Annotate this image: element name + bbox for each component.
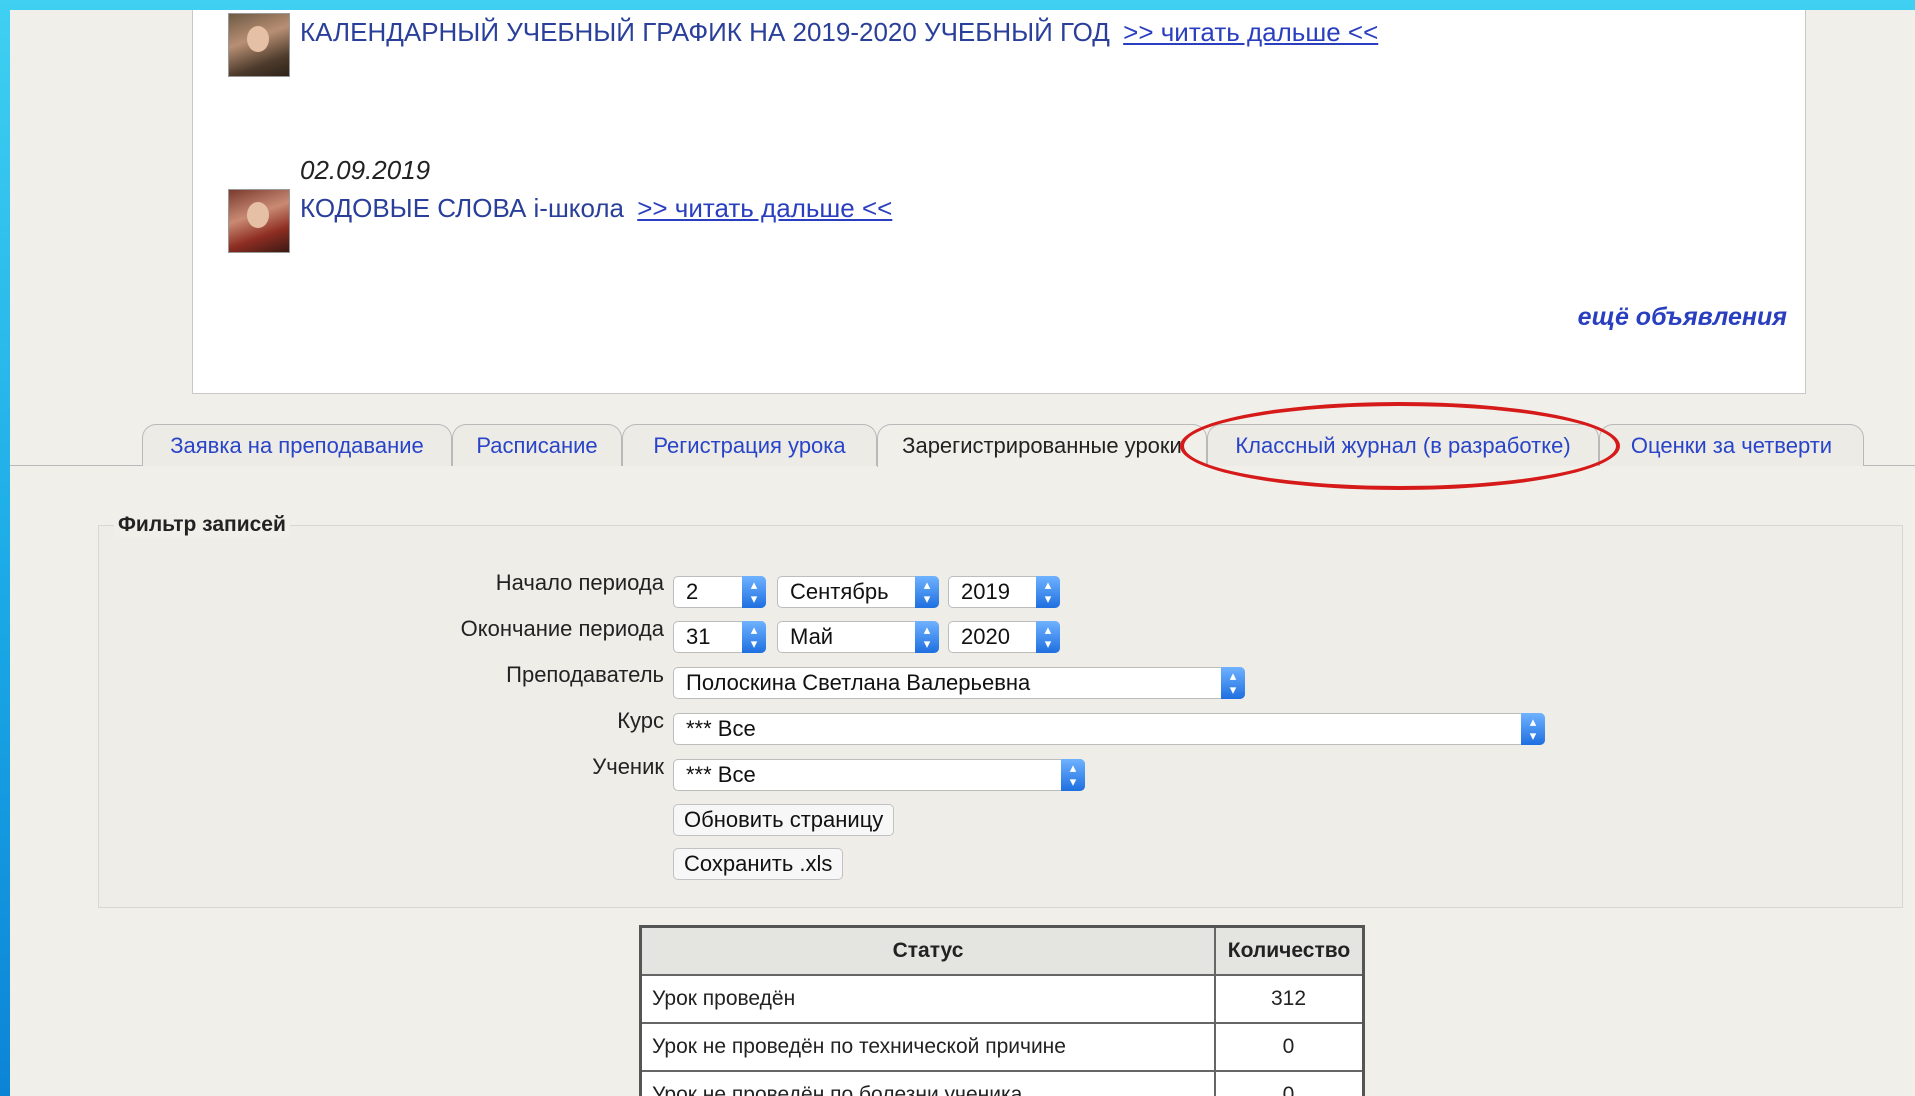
updown-icon: ▴ ▾ — [742, 621, 766, 653]
announcement-item: КАЛЕНДАРНЫЙ УЧЕБНЫЙ ГРАФИК НА 2019-2020 … — [300, 17, 1378, 48]
status-table: Статус Количество Урок проведён 312 Урок… — [639, 925, 1365, 1096]
tab-teaching-request[interactable]: Заявка на преподавание — [142, 424, 452, 466]
start-day-select[interactable]: 2 ▴ ▾ — [673, 576, 766, 608]
start-year-value: 2019 — [961, 579, 1010, 604]
updown-icon: ▴ ▾ — [1521, 713, 1545, 745]
course-value: *** Все — [686, 716, 756, 741]
count-cell: 312 — [1214, 974, 1365, 1024]
more-announcements-link[interactable]: ещё объявления — [1578, 303, 1787, 332]
start-month-value: Сентябрь — [790, 579, 889, 604]
teacher-select[interactable]: Полоскина Светлана Валерьевна ▴ ▾ — [673, 667, 1245, 699]
teacher-label: Преподаватель — [506, 662, 664, 687]
tab-registered-lessons[interactable]: Зарегистрированные уроки — [877, 424, 1207, 467]
announcement-date: 02.09.2019 — [300, 155, 431, 185]
end-day-value: 31 — [686, 624, 711, 649]
status-cell: Урок не проведён по болезни ученика — [639, 1070, 1216, 1096]
announcement-title: КОДОВЫЕ СЛОВА i-школа — [300, 193, 624, 223]
tab-schedule[interactable]: Расписание — [452, 424, 622, 466]
count-cell: 0 — [1214, 1022, 1365, 1072]
end-month-value: Май — [790, 624, 834, 649]
updown-icon: ▴ ▾ — [1036, 621, 1060, 653]
author-avatar — [228, 189, 290, 253]
save-xls-button[interactable]: Сохранить .xls — [673, 848, 844, 880]
table-row: Урок не проведён по технической причине … — [639, 1022, 1365, 1072]
end-year-value: 2020 — [961, 624, 1010, 649]
read-more-link[interactable]: >> читать дальше << — [1123, 17, 1378, 47]
status-cell: Урок не проведён по технической причине — [639, 1022, 1216, 1072]
count-column-header: Количество — [1214, 925, 1365, 976]
updown-icon: ▴ ▾ — [742, 576, 766, 608]
table-header-row: Статус Количество — [639, 925, 1365, 976]
start-year-select[interactable]: 2019 ▴ ▾ — [948, 576, 1060, 608]
start-day-value: 2 — [686, 579, 699, 604]
table-row: Урок не проведён по болезни ученика 0 — [639, 1070, 1365, 1096]
student-label: Ученик — [592, 754, 664, 779]
status-cell: Урок проведён — [639, 974, 1216, 1024]
start-period-label: Начало периода — [495, 570, 664, 595]
filter-title: Фильтр записей — [114, 513, 290, 537]
course-label: Курс — [617, 708, 664, 733]
count-cell: 0 — [1214, 1070, 1365, 1096]
status-column-header: Статус — [639, 925, 1216, 976]
author-avatar — [228, 13, 290, 77]
announcements-panel: КАЛЕНДАРНЫЙ УЧЕБНЫЙ ГРАФИК НА 2019-2020 … — [192, 10, 1806, 394]
tab-class-journal[interactable]: Классный журнал (в разработке) — [1207, 424, 1599, 466]
end-period-label: Окончание периода — [460, 616, 664, 641]
updown-icon: ▴ ▾ — [1221, 667, 1245, 699]
end-day-select[interactable]: 31 ▴ ▾ — [673, 621, 766, 653]
updown-icon: ▴ ▾ — [1036, 576, 1060, 608]
announcement-title: КАЛЕНДАРНЫЙ УЧЕБНЫЙ ГРАФИК НА 2019-2020 … — [300, 17, 1110, 47]
updown-icon: ▴ ▾ — [1061, 759, 1085, 791]
teacher-value: Полоскина Светлана Валерьевна — [686, 670, 1031, 695]
end-year-select[interactable]: 2020 ▴ ▾ — [948, 621, 1060, 653]
refresh-page-button[interactable]: Обновить страницу — [673, 804, 895, 836]
student-value: *** Все — [686, 762, 756, 787]
student-select[interactable]: *** Все ▴ ▾ — [673, 759, 1085, 791]
tab-quarter-grades[interactable]: Оценки за четверти — [1599, 424, 1864, 466]
course-select[interactable]: *** Все ▴ ▾ — [673, 713, 1545, 745]
tab-lesson-registration[interactable]: Регистрация урока — [622, 424, 877, 466]
end-month-select[interactable]: Май ▴ ▾ — [777, 621, 939, 653]
updown-icon: ▴ ▾ — [915, 576, 939, 608]
table-row: Урок проведён 312 — [639, 974, 1365, 1024]
updown-icon: ▴ ▾ — [915, 621, 939, 653]
read-more-link[interactable]: >> читать дальше << — [637, 193, 892, 223]
page-frame: КАЛЕНДАРНЫЙ УЧЕБНЫЙ ГРАФИК НА 2019-2020 … — [10, 10, 1915, 1096]
start-month-select[interactable]: Сентябрь ▴ ▾ — [777, 576, 939, 608]
announcement-item: КОДОВЫЕ СЛОВА i-школа >> читать дальше <… — [300, 193, 892, 224]
